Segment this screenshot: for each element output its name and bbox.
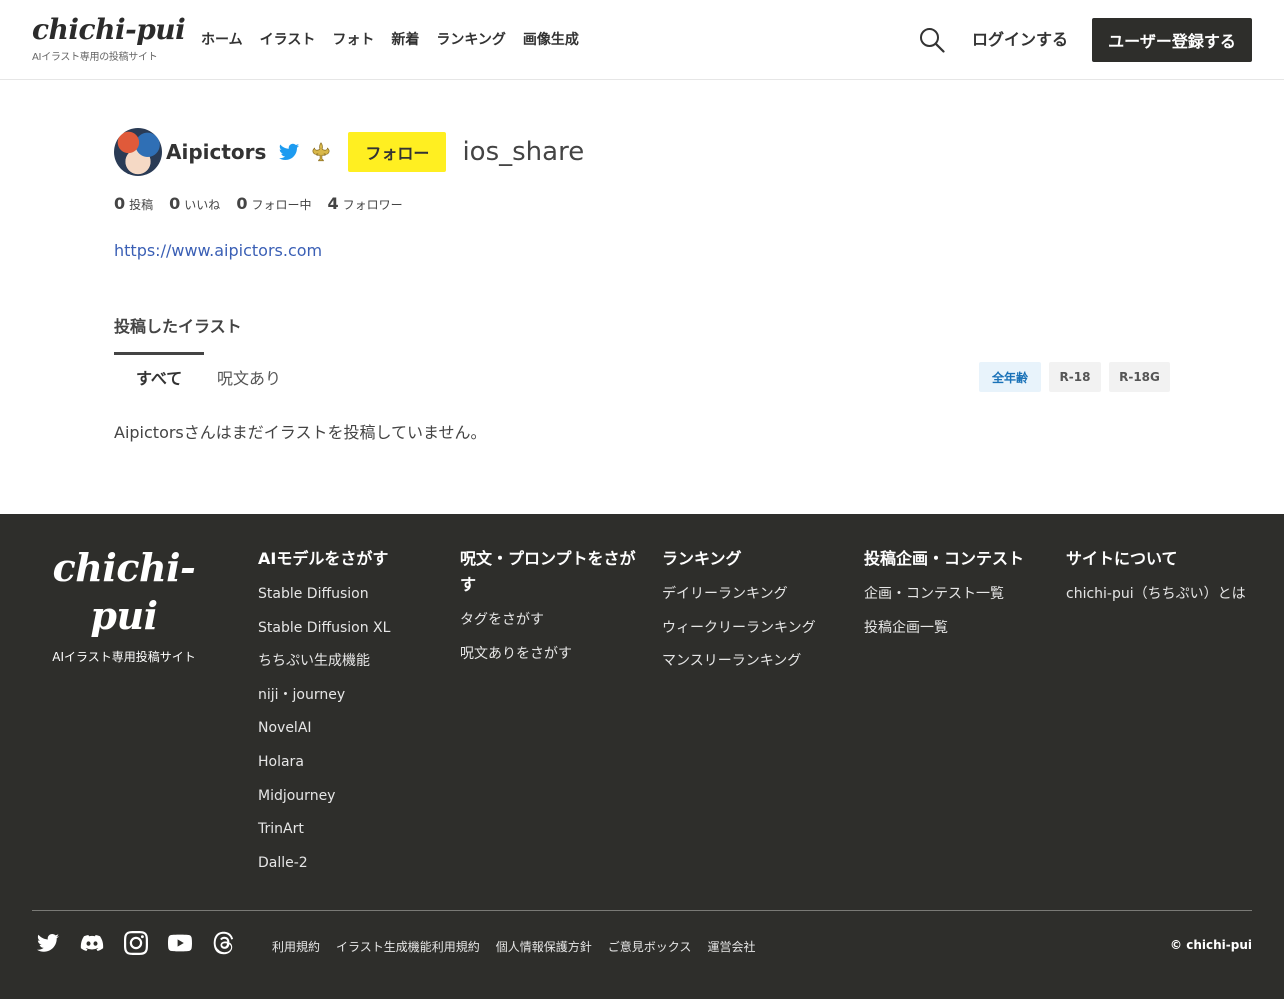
footer-link[interactable]: chichi-pui（ちちぷい）とは [1066, 584, 1256, 604]
stat-likes-label: いいね [184, 198, 221, 212]
footer-link[interactable]: Dalle-2 [258, 853, 438, 873]
profile-stats: 0 投稿 0 いいね 0 フォロー中 4 フォロワー [114, 194, 403, 213]
footer-link[interactable]: Holara [258, 752, 438, 772]
footer-link[interactable]: niji・journey [258, 685, 438, 705]
stat-following-label: フォロー中 [251, 198, 312, 212]
footer-col-contests: 投稿企画・コンテスト 企画・コンテスト一覧 投稿企画一覧 [864, 546, 1044, 651]
footer-link[interactable]: TrinArt [258, 819, 438, 839]
register-button[interactable]: ユーザー登録する [1092, 18, 1252, 62]
twitter-icon[interactable] [36, 931, 60, 955]
footer-link[interactable]: Midjourney [258, 786, 438, 806]
stat-posts-label: 投稿 [129, 198, 154, 212]
filter-r18g[interactable]: R-18G [1109, 362, 1170, 392]
posted-illustrations-heading: 投稿したイラスト [114, 317, 242, 336]
feedback-box-link[interactable]: ご意見ボックス [608, 938, 692, 955]
tab-with-prompt[interactable]: 呪文あり [217, 365, 281, 389]
footer-link[interactable]: デイリーランキング [662, 584, 842, 604]
generation-terms-link[interactable]: イラスト生成機能利用規約 [336, 938, 480, 955]
logo-text: chichi-pui [32, 13, 186, 46]
terms-link[interactable]: 利用規約 [272, 938, 320, 955]
stat-posts[interactable]: 0 投稿 [114, 194, 153, 213]
follow-button[interactable]: フォロー [348, 132, 447, 172]
instagram-icon[interactable] [124, 931, 148, 955]
footer-link[interactable]: Stable Diffusion XL [258, 618, 438, 638]
stat-likes-count: 0 [169, 194, 181, 213]
footer-link[interactable]: ちちぷい生成機能 [258, 651, 438, 671]
discord-icon[interactable] [80, 931, 104, 955]
footer-divider [32, 910, 1252, 911]
footer-link[interactable]: ウィークリーランキング [662, 618, 842, 638]
site-logo[interactable]: chichi-pui AIイラスト専用の投稿サイト [32, 12, 186, 63]
company-link[interactable]: 運営会社 [707, 938, 755, 955]
twitter-icon[interactable] [278, 141, 300, 163]
nav-home[interactable]: ホーム [201, 30, 243, 50]
nav-image-generation[interactable]: 画像生成 [523, 30, 579, 50]
nav-photo[interactable]: フォト [332, 30, 374, 50]
logo-subtitle: AIイラスト専用の投稿サイト [32, 52, 158, 63]
stat-following[interactable]: 0 フォロー中 [236, 194, 311, 213]
footer-col-ai-models: AIモデルをさがす Stable Diffusion Stable Diffus… [258, 546, 438, 886]
nav-new[interactable]: 新着 [391, 30, 419, 50]
privacy-policy-link[interactable]: 個人情報保護方針 [496, 938, 592, 955]
footer-col-prompts: 呪文・プロンプトをさがす タグをさがす 呪文ありをさがす [460, 546, 640, 677]
empty-posts-message: Aipictorsさんはまだイラストを投稿していません。 [114, 423, 487, 442]
footer-link[interactable]: タグをさがす [460, 610, 640, 630]
footer-logo[interactable]: chichi-pui AIイラスト専用投稿サイト [32, 544, 216, 665]
footer-logo-text: chichi-pui [52, 545, 196, 638]
profile-header: Aipictors フォロー ios_share [114, 128, 584, 176]
youtube-icon[interactable] [168, 931, 192, 955]
social-links [36, 931, 236, 955]
profile-website-link[interactable]: https://www.aipictors.com [114, 241, 322, 260]
footer-link[interactable]: 呪文ありをさがす [460, 644, 640, 664]
footer-link[interactable]: マンスリーランキング [662, 651, 842, 671]
stat-likes[interactable]: 0 いいね [169, 194, 220, 213]
footer-col-title: AIモデルをさがす [258, 549, 389, 568]
tab-all[interactable]: すべて [136, 365, 182, 389]
login-link[interactable]: ログインする [972, 28, 1068, 52]
footer-col-title: ランキング [662, 549, 742, 568]
stat-following-count: 0 [236, 194, 248, 213]
share-icon[interactable]: ios_share [462, 137, 584, 167]
footer-bottom-links: 利用規約 イラスト生成機能利用規約 個人情報保護方針 ご意見ボックス 運営会社 [272, 938, 755, 955]
stat-followers-count: 4 [327, 194, 339, 213]
nav-ranking[interactable]: ランキング [436, 30, 506, 50]
footer-col-about: サイトについて chichi-pui（ちちぷい）とは [1066, 546, 1256, 618]
footer-link[interactable]: NovelAI [258, 718, 438, 738]
footer-col-title: 呪文・プロンプトをさがす [460, 549, 636, 594]
stat-posts-count: 0 [114, 194, 126, 213]
footer-link[interactable]: 投稿企画一覧 [864, 618, 1044, 638]
footer-link[interactable]: Stable Diffusion [258, 584, 438, 604]
filter-all-ages[interactable]: 全年齢 [979, 362, 1041, 392]
footer-logo-subtitle: AIイラスト専用投稿サイト [52, 650, 196, 664]
stat-followers[interactable]: 4 フォロワー [327, 194, 402, 213]
site-footer: chichi-pui AIイラスト専用投稿サイト AIモデルをさがす Stabl… [0, 514, 1284, 999]
filter-r18[interactable]: R-18 [1049, 362, 1101, 392]
footer-col-title: サイトについて [1066, 549, 1178, 568]
footer-link[interactable]: 企画・コンテスト一覧 [864, 584, 1044, 604]
active-tab-indicator [114, 352, 204, 355]
stat-followers-label: フォロワー [342, 198, 403, 212]
user-name: Aipictors [166, 140, 267, 164]
avatar [114, 128, 162, 176]
site-header: chichi-pui AIイラスト専用の投稿サイト ホーム イラスト フォト 新… [0, 0, 1284, 80]
copyright: © chichi-pui [1170, 938, 1252, 952]
fleur-de-lis-icon [312, 142, 330, 162]
nav-illust[interactable]: イラスト [260, 30, 316, 50]
footer-col-ranking: ランキング デイリーランキング ウィークリーランキング マンスリーランキング [662, 546, 842, 685]
main-nav: ホーム イラスト フォト 新着 ランキング 画像生成 [201, 30, 579, 50]
footer-col-title: 投稿企画・コンテスト [864, 549, 1025, 568]
search-icon[interactable] [919, 27, 945, 53]
threads-icon[interactable] [212, 931, 236, 955]
